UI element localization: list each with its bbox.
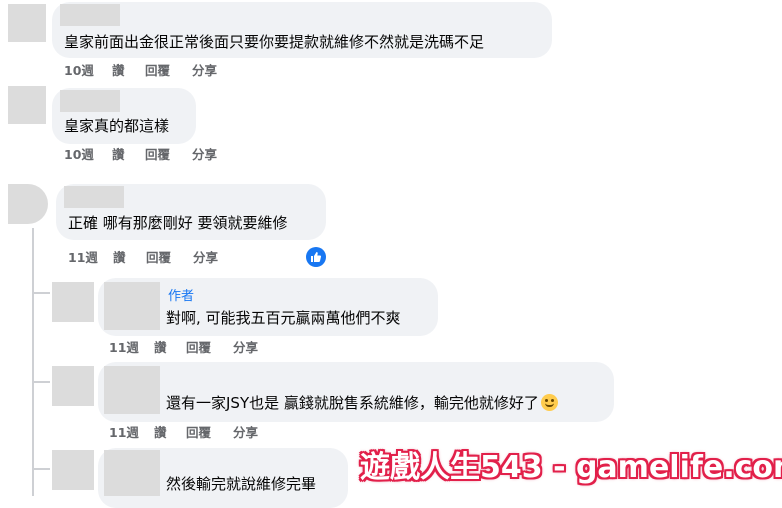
reply-button[interactable]: 回覆 [186, 340, 233, 356]
like-thumb-icon[interactable] [306, 247, 326, 267]
avatar[interactable] [52, 366, 94, 406]
comment-actions: 11週讚回覆 分享 [68, 250, 218, 266]
share-button[interactable]: 分享 [233, 425, 258, 441]
comment-actions: 10週讚回覆 分享 [64, 147, 217, 163]
share-button[interactable]: 分享 [233, 340, 258, 356]
author-badge[interactable]: 作者 [168, 289, 194, 305]
like-button[interactable]: 讚 [113, 250, 146, 266]
thread-line [32, 228, 34, 496]
like-button[interactable]: 讚 [112, 63, 145, 79]
comment-text: 皇家真的都這樣 [64, 117, 170, 135]
reply-button[interactable]: 回覆 [186, 425, 233, 441]
avatar[interactable] [8, 184, 48, 224]
commenter-name[interactable] [60, 90, 120, 112]
commenter-name[interactable] [64, 186, 124, 208]
commenter-name[interactable] [60, 4, 120, 26]
comment-time[interactable]: 11週 [109, 340, 154, 356]
avatar-name-placeholder [104, 450, 160, 496]
comment-time[interactable]: 11週 [109, 425, 154, 441]
comment-actions: 10週讚回覆 分享 [64, 63, 217, 79]
comment-text: 皇家前面出金很正常後面只要你要提款就維修不然就是洗碼不足 [64, 33, 485, 51]
reply-actions: 11週讚回覆 分享 [109, 425, 258, 441]
reply-button[interactable]: 回覆 [145, 63, 192, 79]
smirk-face-icon [540, 394, 558, 411]
thread-line [32, 381, 50, 383]
like-button[interactable]: 讚 [154, 425, 186, 441]
like-button[interactable]: 讚 [154, 340, 186, 356]
share-button[interactable]: 分享 [192, 147, 217, 163]
reply-button[interactable]: 回覆 [145, 147, 192, 163]
reply-text-content: 還有一家JSY也是 贏錢就脫售系統維修，輸完他就修好了 [166, 394, 539, 412]
reply-text: 還有一家JSY也是 贏錢就脫售系統維修，輸完他就修好了 [166, 393, 558, 413]
avatar[interactable] [8, 4, 46, 42]
avatar[interactable] [52, 282, 94, 322]
avatar[interactable] [52, 450, 94, 490]
reply-button[interactable]: 回覆 [146, 250, 193, 266]
reply-actions: 11週讚回覆 分享 [109, 340, 258, 356]
reply-text: 然後輸完就說維修完畢 [166, 475, 317, 493]
like-button[interactable]: 讚 [112, 147, 145, 163]
comment-time[interactable]: 10週 [64, 147, 112, 163]
comment-text: 正確 哪有那麼剛好 要領就要維修 [68, 214, 288, 232]
reply-bubble [98, 362, 614, 422]
thread-line [32, 292, 50, 294]
avatar-name-placeholder [104, 366, 160, 414]
comment-time[interactable]: 10週 [64, 63, 112, 79]
share-button[interactable]: 分享 [193, 250, 218, 266]
site-watermark: 遊戲人生543 - gamelife.com [360, 450, 782, 485]
share-button[interactable]: 分享 [192, 63, 217, 79]
reply-text: 對啊, 可能我五百元贏兩萬他們不爽 [166, 309, 401, 327]
thread-line [32, 468, 50, 470]
comment-time[interactable]: 11週 [68, 250, 113, 266]
avatar[interactable] [8, 86, 46, 124]
avatar-name-placeholder [104, 282, 160, 330]
